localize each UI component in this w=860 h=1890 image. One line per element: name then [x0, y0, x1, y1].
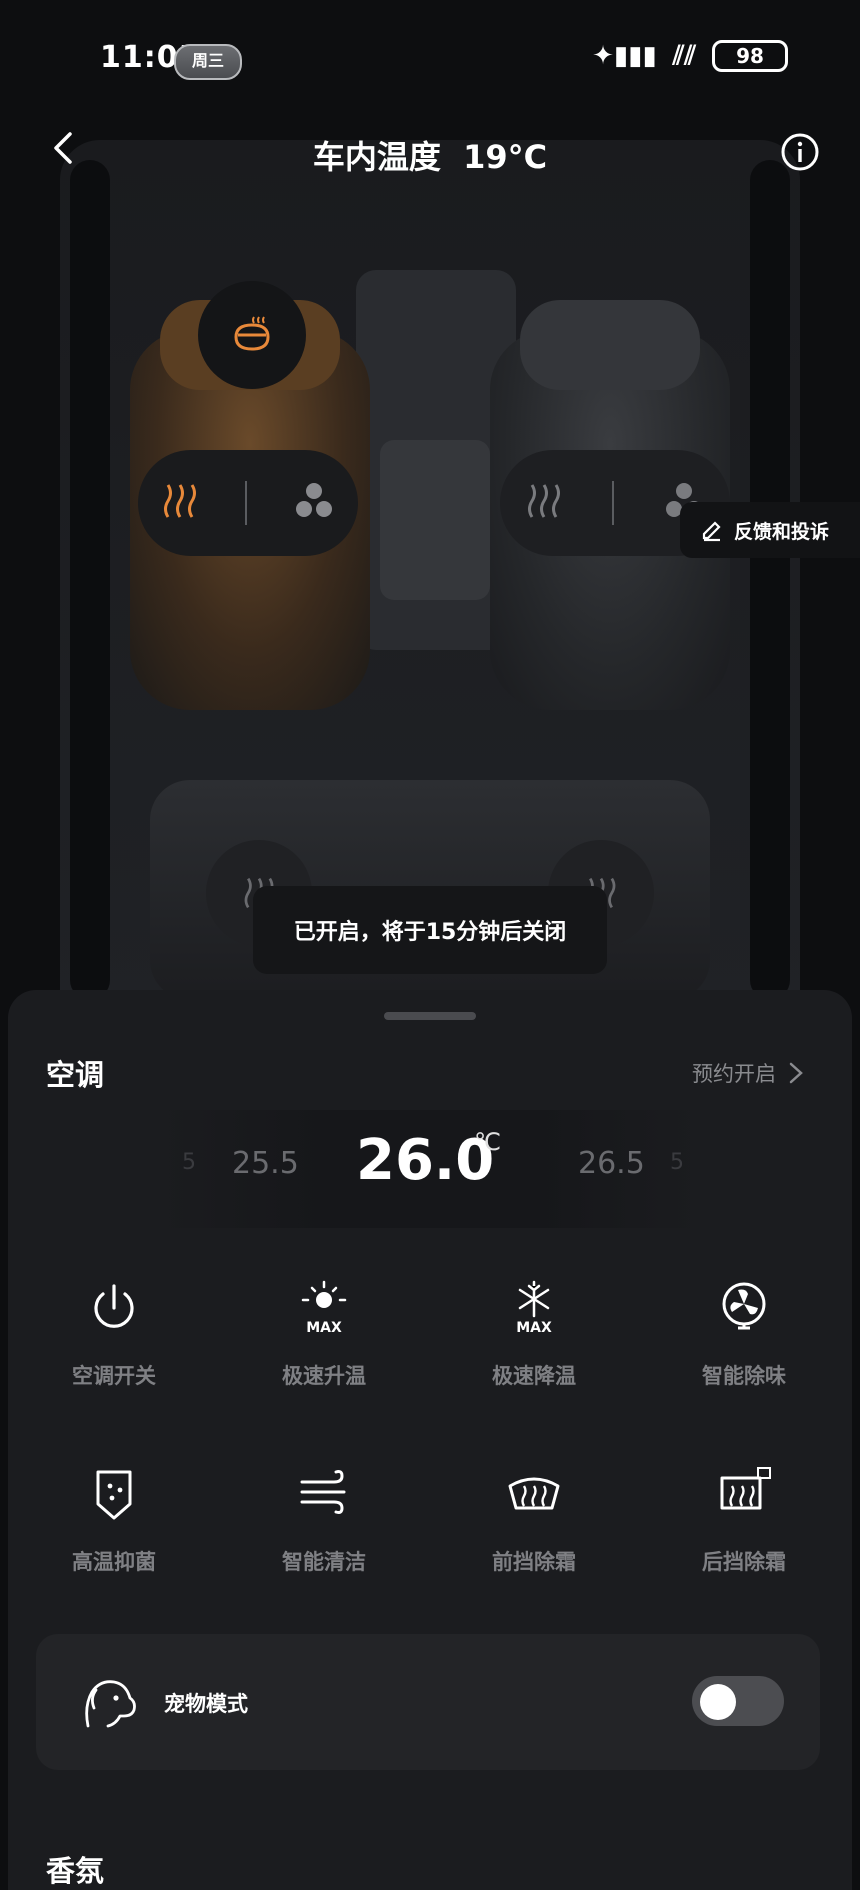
passenger-seat-heat-button[interactable]	[524, 481, 564, 525]
driver-seat-controls	[138, 450, 358, 556]
action-label: 空调开关	[72, 1364, 156, 1388]
info-button[interactable]	[780, 132, 820, 172]
rapid-cool-button[interactable]: MAX 极速降温	[444, 1278, 624, 1390]
temp-option-prev[interactable]: 25.5	[232, 1146, 299, 1181]
action-label: 前挡除霜	[492, 1550, 576, 1574]
driver-seat-vent-button[interactable]	[292, 479, 336, 527]
battery-icon: 98	[712, 40, 788, 72]
svg-text:MAX: MAX	[516, 1320, 552, 1336]
sheet-drag-handle[interactable]	[384, 1012, 476, 1020]
temp-option-next[interactable]: 26.5	[578, 1146, 645, 1181]
smart-deodorize-button[interactable]: 智能除味	[654, 1278, 834, 1390]
page-title: 车内温度 19°C	[312, 138, 548, 176]
driver-seat-heat-button[interactable]	[160, 481, 200, 525]
rear-defrost-button[interactable]: 后挡除霜	[654, 1464, 834, 1576]
shield-dots-icon	[96, 1470, 132, 1520]
steering-heat-button[interactable]	[198, 281, 306, 389]
divider	[244, 481, 247, 525]
schedule-label: 预约开启	[692, 1062, 776, 1086]
action-label: 智能除味	[702, 1364, 786, 1388]
divider	[612, 481, 614, 525]
feedback-button[interactable]: 反馈和投诉	[680, 502, 860, 558]
temp-option-edge-right[interactable]: 5	[670, 1150, 684, 1175]
front-defrost-icon	[508, 1477, 560, 1510]
day-badge: 周三	[174, 44, 242, 80]
ac-power-button[interactable]: 空调开关	[24, 1278, 204, 1390]
power-icon	[94, 1284, 134, 1328]
svg-text:MAX: MAX	[306, 1320, 342, 1336]
section-title-fragrance: 香氛	[46, 1854, 105, 1888]
action-label: 智能清洁	[282, 1550, 366, 1574]
action-label: 高温抑菌	[72, 1550, 156, 1574]
seat-heat-icon	[164, 484, 197, 518]
section-title-climate: 空调	[46, 1058, 105, 1092]
toast-message: 已开启，将于15分钟后关闭	[253, 886, 607, 974]
smart-clean-button[interactable]: 智能清洁	[234, 1464, 414, 1576]
info-icon	[781, 133, 819, 171]
front-defrost-button[interactable]: 前挡除霜	[444, 1464, 624, 1576]
signal-icon: ✦▮▮▮	[592, 41, 657, 71]
sun-max-icon: MAX	[301, 1280, 347, 1336]
temp-option-edge-left[interactable]: 5	[182, 1150, 196, 1175]
seat-heat-icon	[528, 484, 560, 518]
toggle-knob	[700, 1684, 736, 1720]
status-icons: ✦▮▮▮ ⫽⫽ 98	[592, 40, 788, 72]
edit-icon	[702, 521, 721, 542]
temp-unit: ℃	[474, 1128, 501, 1156]
snowflake-max-icon: MAX	[516, 1280, 552, 1336]
fan-icon	[295, 483, 332, 517]
feedback-label: 反馈和投诉	[734, 520, 830, 543]
action-label: 极速降温	[492, 1364, 576, 1388]
rapid-heat-button[interactable]: MAX 极速升温	[234, 1278, 414, 1390]
wind-icon	[300, 1470, 346, 1514]
schedule-start-link[interactable]: 预约开启	[692, 1058, 804, 1088]
wifi-icon: ⫽⫽	[672, 40, 696, 71]
high-temp-sterilize-button[interactable]: 高温抑菌	[24, 1464, 204, 1576]
rear-defrost-icon	[720, 1467, 771, 1510]
steering-wheel-heat-icon	[234, 316, 270, 351]
battery-level: 98	[736, 44, 764, 68]
action-label: 后挡除霜	[702, 1550, 786, 1574]
pet-mode-label: 宠物模式	[164, 1692, 248, 1716]
dog-icon	[85, 1680, 136, 1728]
fan-icon	[722, 1282, 766, 1330]
chevron-right-icon	[789, 1062, 803, 1084]
action-label: 极速升温	[282, 1364, 366, 1388]
